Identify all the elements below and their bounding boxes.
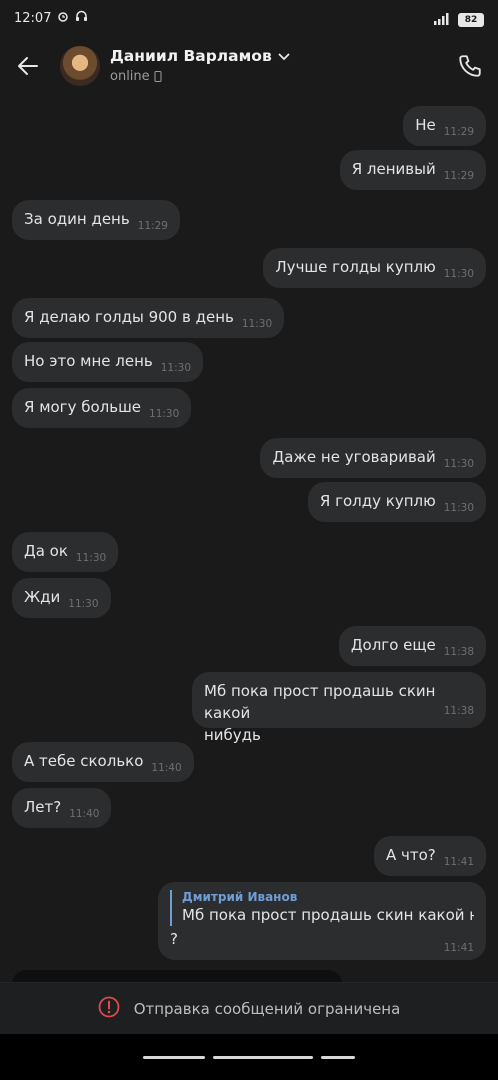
message-time: 11:30	[241, 318, 273, 330]
message-bubble[interactable]: Лучше голды куплю 11:30	[263, 248, 486, 288]
reply-quote[interactable]: Дмитрий Иванов Мб пока прост продашь ски…	[170, 890, 474, 926]
message-bubble[interactable]: За один день 11:29	[12, 200, 180, 240]
message-text: Даже не уговаривай	[272, 448, 436, 466]
reply-author: Дмитрий Иванов	[182, 890, 298, 904]
message-time: 11:30	[443, 502, 474, 514]
reply-message-bubble[interactable]: Дмитрий Иванов Мб пока прост продашь ски…	[158, 882, 486, 960]
message-text: Да ок	[24, 542, 68, 560]
reply-quoted-text: Мб пока прост продашь скин какой ни...	[182, 906, 474, 924]
message-text: Но это мне лень	[24, 352, 153, 370]
alarm-icon	[57, 10, 69, 26]
message-time: 11:30	[160, 362, 191, 374]
restricted-notice: Отправка сообщений ограничена	[0, 982, 498, 1034]
status-bar: 12:07 82	[0, 0, 498, 36]
message-bubble[interactable]: Я голду куплю 11:30	[307, 482, 486, 522]
nav-back-handle[interactable]	[321, 1055, 355, 1059]
message-text-line: нибудь	[204, 726, 261, 744]
message-time: 11:41	[443, 856, 474, 868]
phone-device-icon	[154, 67, 162, 86]
message-time: 11:29	[443, 170, 474, 182]
contact-info[interactable]: Даниил Варламов online	[110, 46, 290, 86]
nav-recents-handle[interactable]	[143, 1055, 205, 1059]
message-time: 11:38	[443, 646, 474, 658]
message-time: 11:30	[443, 458, 474, 470]
message-time: 11:30	[443, 268, 474, 280]
message-time: 11:38	[443, 705, 474, 717]
message-bubble[interactable]: Я делаю голды 900 в день 11:30	[12, 298, 285, 338]
message-bubble[interactable]: А тебе сколько 11:40	[12, 742, 194, 782]
message-text: Жди	[24, 588, 61, 606]
message-bubble[interactable]: Даже не уговаривай 11:30	[260, 438, 486, 478]
message-text: Я голду куплю	[319, 492, 436, 510]
message-time: 11:29	[137, 220, 168, 232]
message-text: Я делаю голды 900 в день	[24, 308, 234, 326]
message-bubble[interactable]: Жди 11:30	[12, 578, 111, 618]
restricted-text: Отправка сообщений ограничена	[133, 999, 401, 1018]
nav-home-handle[interactable]	[213, 1055, 313, 1059]
warning-icon	[98, 996, 120, 1022]
signal-icon	[432, 10, 452, 29]
message-time: 11:41	[443, 942, 474, 954]
chevron-down-icon	[278, 46, 290, 65]
message-text-line: Мб пока прост продашь скин какой	[204, 682, 436, 722]
avatar[interactable]	[60, 46, 100, 86]
contact-status: online	[110, 69, 150, 84]
message-time: 11:40	[151, 762, 182, 774]
message-text: Я могу больше	[24, 398, 142, 416]
message-text: Лучше голды куплю	[275, 258, 436, 276]
message-bubble[interactable]: А что? 11:41	[373, 836, 486, 876]
battery-icon: 82	[458, 12, 484, 27]
message-list[interactable]: Не 11:29 Я ленивый 11:29 За один день 11:29…	[0, 96, 498, 982]
message-time: 11:29	[443, 126, 474, 138]
battery-level: 82	[464, 14, 478, 25]
message-bubble[interactable]: Я могу больше 11:30	[12, 388, 192, 428]
message-text: А тебе сколько	[24, 752, 144, 770]
headphones-icon	[75, 10, 88, 26]
back-arrow-icon	[18, 57, 38, 75]
message-time: 11:30	[75, 552, 107, 564]
message-text: Я ленивый	[351, 160, 436, 178]
status-time: 12:07	[14, 10, 52, 26]
message-bubble[interactable]: Но это мне лень 11:30	[12, 342, 203, 382]
system-nav-bar	[0, 1034, 498, 1080]
message-bubble[interactable]: Не 11:29	[403, 106, 486, 146]
message-bubble[interactable]: Лет? 11:40	[12, 788, 112, 828]
message-text: ?	[170, 930, 178, 948]
chat-header: Даниил Варламов online	[0, 36, 498, 96]
message-text: Долго еще	[350, 636, 436, 654]
back-button[interactable]	[0, 36, 56, 96]
contact-name: Даниил Варламов	[110, 46, 272, 65]
message-text: А что?	[385, 846, 436, 864]
message-text: За один день	[24, 210, 130, 228]
phone-icon	[459, 55, 481, 77]
message-time: 11:30	[149, 408, 180, 420]
partial-message-bubble	[12, 970, 342, 982]
message-text: Лет?	[24, 798, 62, 816]
message-time: 11:40	[69, 808, 100, 820]
message-time: 11:30	[68, 598, 99, 610]
message-bubble[interactable]: Я ленивый 11:29	[339, 150, 486, 190]
message-bubble[interactable]: Да ок 11:30	[12, 532, 119, 572]
message-bubble[interactable]: Мб пока прост продашь скин какой нибудь …	[192, 672, 486, 744]
message-bubble[interactable]: Долго еще 11:38	[338, 626, 486, 666]
message-text: Не	[415, 116, 436, 134]
call-button[interactable]	[454, 50, 486, 82]
